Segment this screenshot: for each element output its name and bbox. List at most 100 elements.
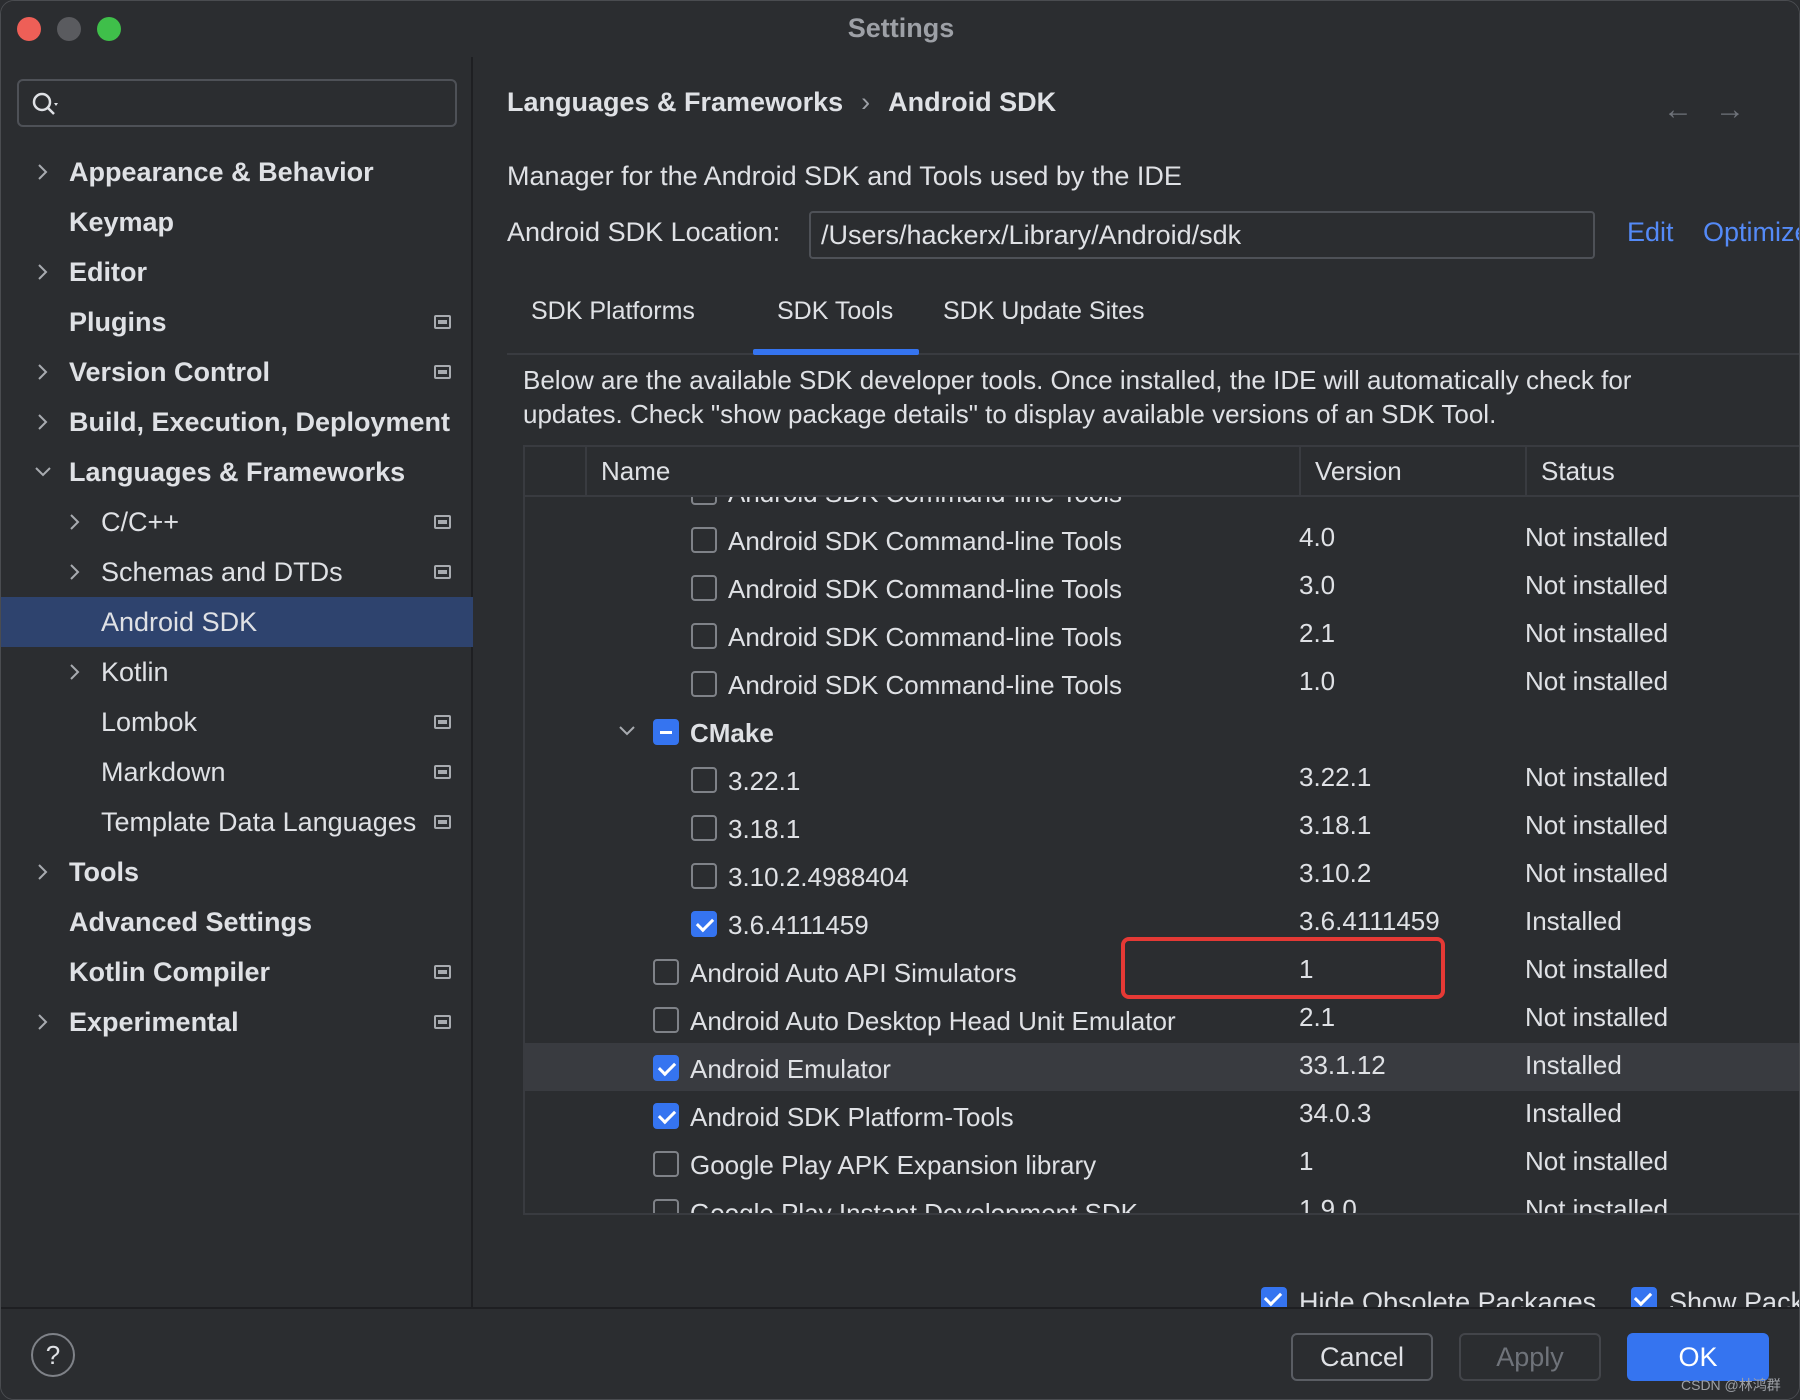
row-checkbox-checked[interactable] (653, 1103, 679, 1129)
row-checkbox-checked[interactable] (691, 911, 717, 937)
sidebar-item-android-sdk[interactable]: Android SDK (1, 597, 473, 647)
row-name: 3.10.2.4988404 (728, 862, 909, 892)
settings-search-input[interactable] (17, 79, 457, 127)
sidebar-item-appearance-behavior[interactable]: Appearance & Behavior (1, 147, 473, 197)
table-row[interactable]: 3.18.1 3.18.1 Not installed (525, 803, 1799, 851)
sidebar-item-lombok[interactable]: Lombok (1, 697, 473, 747)
sidebar-item-schemas-dtds[interactable]: Schemas and DTDs (1, 547, 473, 597)
sdk-location-field[interactable]: /Users/hackerx/Library/Android/sdk (809, 211, 1595, 259)
sidebar-item-kotlin[interactable]: Kotlin (1, 647, 473, 697)
sidebar-item-editor[interactable]: Editor (1, 247, 473, 297)
sidebar-item-version-control[interactable]: Version Control (1, 347, 473, 397)
group-checkbox-partial[interactable] (653, 719, 679, 745)
row-checkbox[interactable] (691, 671, 717, 697)
row-status: Not installed (1525, 954, 1669, 984)
table-row[interactable]: 3.22.1 3.22.1 Not installed (525, 755, 1799, 803)
row-status: Not installed (1525, 1194, 1669, 1215)
row-version: 33.1.12 (1299, 1050, 1386, 1080)
sidebar-item-label: Plugins (69, 307, 167, 337)
sidebar-item-c-cpp[interactable]: C/C++ (1, 497, 473, 547)
row-checkbox[interactable] (653, 1151, 679, 1177)
sidebar-item-languages-frameworks[interactable]: Languages & Frameworks (1, 447, 473, 497)
table-row[interactable]: Android SDK Command-line Tools 3.0 Not i… (525, 563, 1799, 611)
row-name: Android SDK Command-line Tools (728, 497, 1122, 515)
row-status: Not installed (1525, 666, 1669, 696)
project-settings-icon (434, 315, 451, 329)
edit-link[interactable]: Edit (1627, 217, 1674, 248)
table-row[interactable]: Google Play Instant Development SDK 1.9.… (525, 1187, 1799, 1215)
tab-sdk-platforms[interactable]: SDK Platforms (531, 297, 695, 326)
project-settings-icon (434, 965, 451, 979)
table-row[interactable]: Android SDK Command-line Tools 1.0 Not i… (525, 659, 1799, 707)
sidebar-item-experimental[interactable]: Experimental (1, 997, 473, 1047)
sidebar-item-label: Schemas and DTDs (101, 557, 343, 587)
chevron-right-icon (70, 564, 80, 580)
title-bar: Settings (1, 1, 1799, 57)
sidebar-item-markdown[interactable]: Markdown (1, 747, 473, 797)
table-row[interactable]: 3.6.4111459 3.6.4111459 Installed (525, 899, 1799, 947)
tab-sdk-update-sites[interactable]: SDK Update Sites (943, 297, 1145, 326)
chevron-down-icon (35, 467, 51, 477)
ok-button[interactable]: OK (1627, 1333, 1769, 1381)
row-checkbox[interactable] (653, 959, 679, 985)
apply-button[interactable]: Apply (1459, 1333, 1601, 1381)
table-row[interactable]: Android SDK Platform-Tools 34.0.3 Instal… (525, 1091, 1799, 1139)
sidebar-item-label: Kotlin (101, 657, 169, 687)
row-checkbox[interactable] (653, 1199, 679, 1213)
tab-description-line: Below are the available SDK developer to… (523, 365, 1632, 395)
breadcrumb-parent[interactable]: Languages & Frameworks (507, 87, 843, 117)
sidebar-item-template-data-languages[interactable]: Template Data Languages (1, 797, 473, 847)
sidebar-item-label: C/C++ (101, 507, 180, 537)
table-row[interactable]: 3.10.2.4988404 3.10.2 Not installed (525, 851, 1799, 899)
back-arrow-icon[interactable]: ← (1663, 93, 1693, 127)
table-row[interactable]: Android SDK Command-line Tools 2.1 Not i… (525, 611, 1799, 659)
table-row[interactable]: Android SDK Command-line Tools (525, 497, 1799, 515)
row-version: 3.6.4111459 (1299, 906, 1440, 936)
project-settings-icon (434, 815, 451, 829)
table-row[interactable]: Android Auto Desktop Head Unit Emulator … (525, 995, 1799, 1043)
row-version: 3.22.1 (1299, 762, 1372, 792)
column-header-status[interactable]: Status (1525, 447, 1799, 497)
chevron-right-icon (38, 264, 48, 280)
column-header-version[interactable]: Version (1299, 447, 1525, 497)
sidebar-item-kotlin-compiler[interactable]: Kotlin Compiler (1, 947, 473, 997)
table-row-hovered[interactable]: Android Emulator 33.1.12 Installed (525, 1043, 1799, 1091)
optimize-link[interactable]: Optimize (1703, 217, 1799, 248)
sidebar-item-advanced-settings[interactable]: Advanced Settings (1, 897, 473, 947)
help-button[interactable]: ? (31, 1333, 75, 1377)
sdk-tools-table: Name Version Status Android SDK Command-… (523, 445, 1799, 1215)
tab-description-line: updates. Check "show package details" to… (523, 399, 1497, 429)
table-row[interactable]: Android Auto API Simulators 1 Not instal… (525, 947, 1799, 995)
sidebar-item-label: Appearance & Behavior (69, 157, 374, 187)
tab-sdk-tools[interactable]: SDK Tools (777, 297, 893, 326)
forward-arrow-icon[interactable]: → (1715, 93, 1745, 127)
row-checkbox[interactable] (691, 497, 717, 505)
table-row[interactable]: Android SDK Command-line Tools 4.0 Not i… (525, 515, 1799, 563)
cancel-button[interactable]: Cancel (1291, 1333, 1433, 1381)
row-name: 3.22.1 (728, 766, 801, 796)
table-header: Name Version Status (525, 447, 1799, 497)
row-checkbox-checked[interactable] (653, 1055, 679, 1081)
row-checkbox[interactable] (691, 863, 717, 889)
row-checkbox[interactable] (691, 575, 717, 601)
sidebar-item-keymap[interactable]: Keymap (1, 197, 473, 247)
row-checkbox[interactable] (653, 1007, 679, 1033)
row-checkbox[interactable] (691, 815, 717, 841)
chevron-right-icon (38, 164, 48, 180)
row-name: Android SDK Command-line Tools (728, 526, 1123, 556)
row-version: 3.0 (1299, 570, 1336, 600)
sidebar-item-label: Markdown (101, 757, 226, 787)
window-title: Settings (847, 13, 955, 43)
row-checkbox[interactable] (691, 623, 717, 649)
column-header-name[interactable]: Name (585, 447, 1299, 497)
row-checkbox[interactable] (691, 527, 717, 553)
sidebar-item-tools[interactable]: Tools (1, 847, 473, 897)
table-row-group-cmake[interactable]: CMake (525, 707, 1799, 755)
sidebar-item-label: Build, Execution, Deployment (69, 407, 451, 437)
row-name: CMake (690, 718, 774, 748)
chevron-down-icon[interactable] (617, 721, 637, 741)
table-row[interactable]: Google Play APK Expansion library 1 Not … (525, 1139, 1799, 1187)
sidebar-item-plugins[interactable]: Plugins (1, 297, 473, 347)
row-checkbox[interactable] (691, 767, 717, 793)
sidebar-item-build-execution-deployment[interactable]: Build, Execution, Deployment (1, 397, 473, 447)
